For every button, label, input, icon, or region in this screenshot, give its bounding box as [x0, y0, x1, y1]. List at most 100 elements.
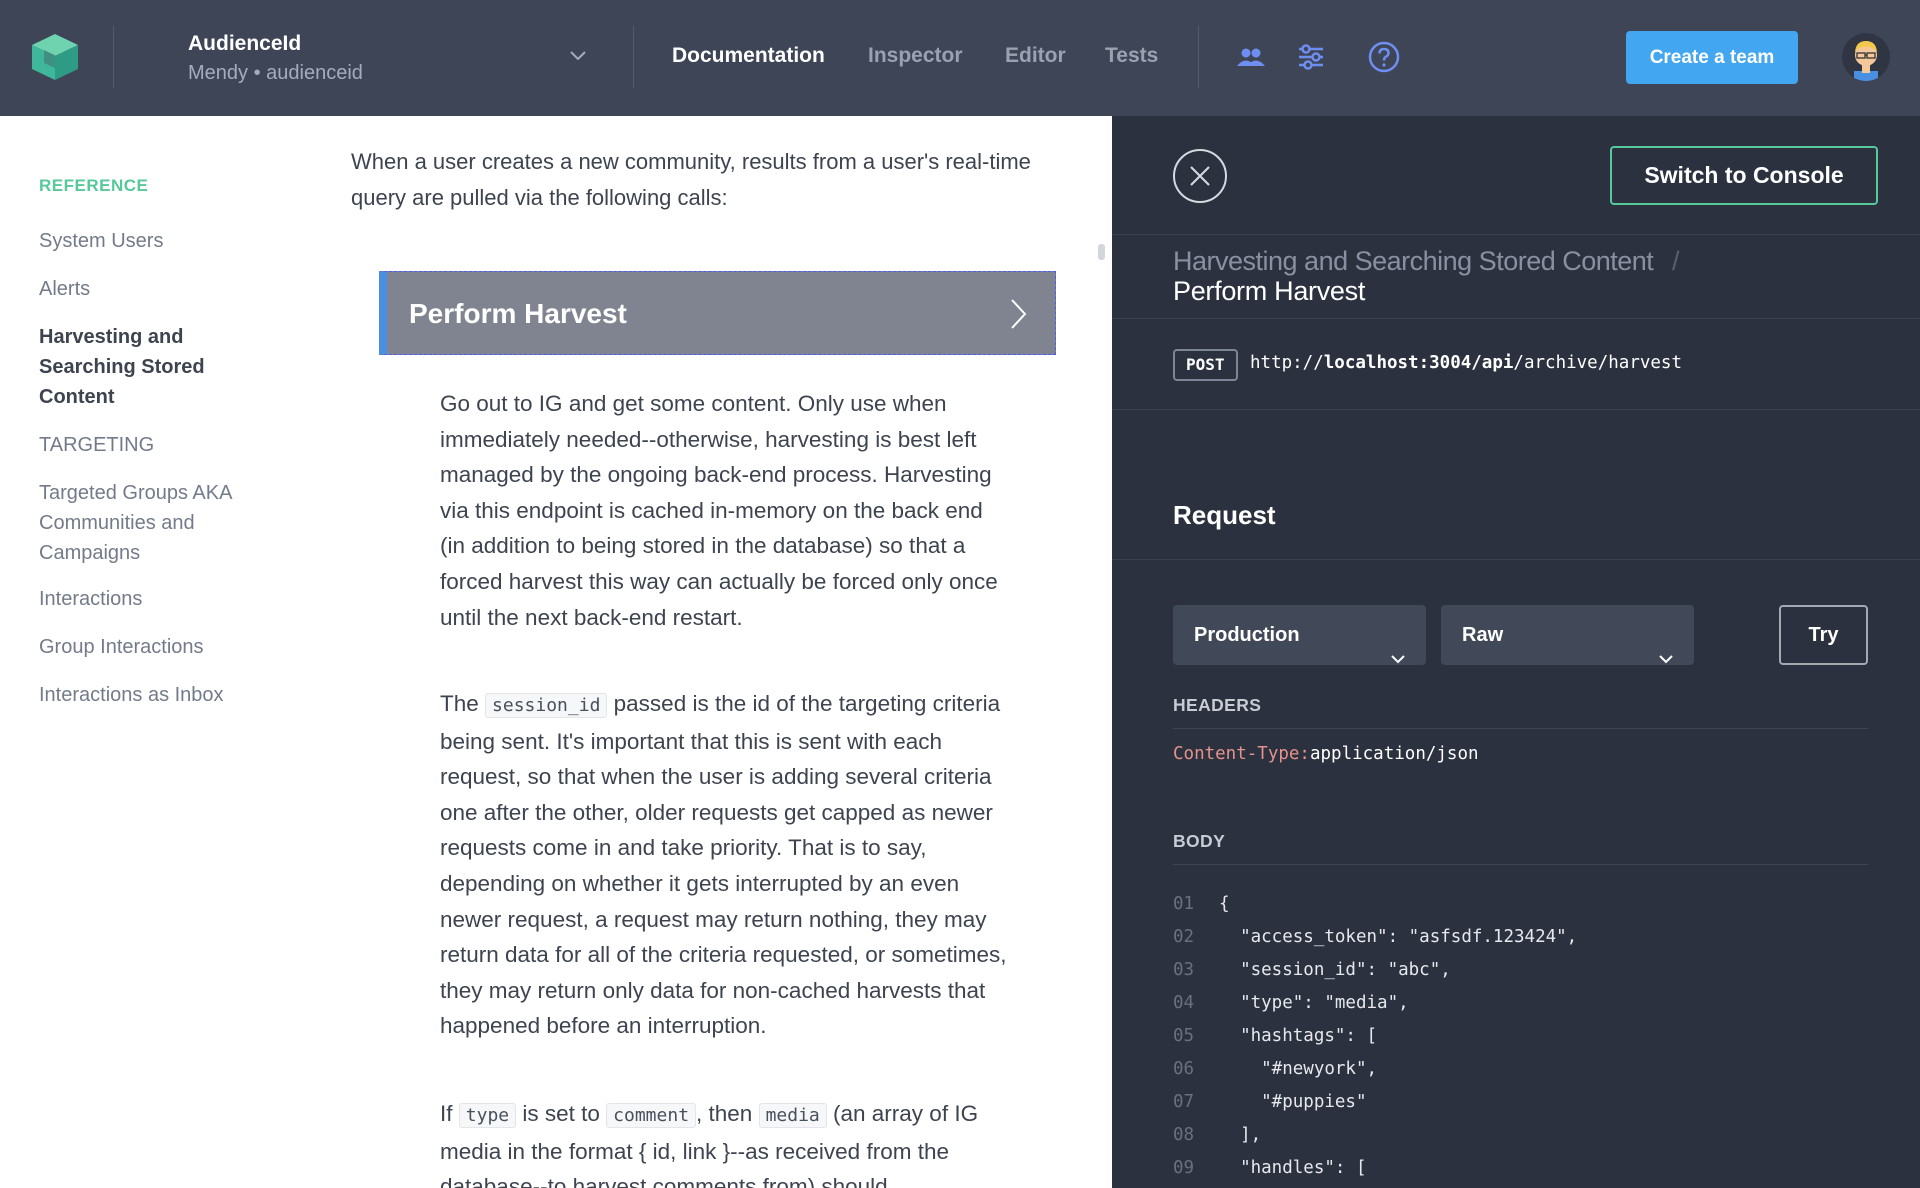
sidebar-item-interactions[interactable]: Interactions [39, 584, 279, 614]
divider [633, 26, 634, 88]
paragraph-type: If type is set to comment, then media (a… [440, 1096, 1010, 1188]
chevron-down-icon [1658, 629, 1674, 664]
http-method-badge: POST [1173, 349, 1238, 381]
code-line: 03 "session_id": "abc", [1173, 960, 1451, 993]
header-key: Content-Type: [1173, 744, 1310, 764]
sidebar-item-alerts[interactable]: Alerts [39, 274, 279, 304]
format-select-value: Raw [1462, 624, 1504, 646]
line-number: 03 [1173, 960, 1195, 980]
chevron-down-icon[interactable] [568, 48, 588, 62]
nav-inspector[interactable]: Inspector [868, 44, 963, 68]
avatar[interactable] [1842, 33, 1890, 81]
help-icon[interactable] [1367, 40, 1401, 74]
sidebar-item-system-users[interactable]: System Users [39, 226, 279, 256]
line-content: "hashtags": [ [1219, 1026, 1378, 1046]
text: If [440, 1101, 459, 1126]
breadcrumb-separator: / [1672, 246, 1680, 276]
breadcrumb-current: Perform Harvest [1173, 276, 1366, 306]
line-number: 09 [1173, 1158, 1195, 1178]
sidebar: REFERENCE System Users Alerts Harvesting… [0, 116, 300, 1188]
text: passed is the id of the targeting criter… [440, 691, 1007, 1039]
switch-to-console-button[interactable]: Switch to Console [1610, 146, 1878, 205]
try-button[interactable]: Try [1779, 605, 1868, 665]
sliders-icon[interactable] [1294, 40, 1328, 74]
divider [1173, 728, 1868, 729]
divider [1112, 409, 1920, 410]
format-select[interactable]: Raw [1441, 605, 1694, 665]
endpoint-title: Perform Harvest [409, 298, 627, 329]
sidebar-item-interactions-inbox[interactable]: Interactions as Inbox [39, 680, 279, 710]
line-number: 05 [1173, 1026, 1195, 1046]
text: , then [696, 1101, 759, 1126]
header-row: Content-Type:application/json [1173, 744, 1479, 764]
nav-tests[interactable]: Tests [1105, 44, 1158, 68]
nav-documentation[interactable]: Documentation [672, 44, 825, 68]
line-number: 01 [1173, 894, 1195, 914]
request-title: Request [1173, 500, 1276, 530]
code-line: 06 "#newyork", [1173, 1059, 1377, 1092]
url-host: localhost:3004/api [1323, 353, 1514, 373]
top-bar: AudienceId Mendy • audienceid Documentat… [0, 0, 1920, 116]
code-line: 09 "handles": [ [1173, 1158, 1367, 1188]
intro-text: When a user creates a new community, res… [351, 149, 1031, 210]
line-number: 08 [1173, 1125, 1195, 1145]
inline-code: media [758, 1103, 827, 1128]
scrollbar-thumb[interactable] [1098, 244, 1105, 260]
text: The [440, 691, 486, 716]
documentation-content: When a user creates a new community, res… [300, 116, 1112, 1188]
sidebar-item-group-interactions[interactable]: Group Interactions [39, 632, 279, 662]
paragraph-session-id: The session_id passed is the id of the t… [440, 686, 1010, 1044]
line-content: { [1219, 894, 1230, 914]
endpoint-card-perform-harvest[interactable]: Perform Harvest [379, 271, 1056, 355]
divider [1173, 864, 1868, 865]
line-content: "type": "media", [1219, 993, 1409, 1013]
divider [113, 26, 114, 88]
inline-code: type [458, 1103, 517, 1128]
create-team-button[interactable]: Create a team [1626, 31, 1798, 84]
chevron-down-icon [1390, 629, 1406, 664]
environment-select[interactable]: Production [1173, 605, 1426, 665]
line-content: "#puppies" [1219, 1092, 1367, 1112]
line-content: "#newyork", [1219, 1059, 1378, 1079]
sidebar-item-harvesting[interactable]: Harvesting and Searching Stored Content [39, 322, 239, 412]
nav-editor[interactable]: Editor [1005, 44, 1066, 68]
line-number: 04 [1173, 993, 1195, 1013]
chevron-right-icon [1009, 298, 1027, 330]
code-line: 02 "access_token": "asfsdf.123424", [1173, 927, 1577, 960]
project-name[interactable]: AudienceId [188, 32, 301, 56]
url-prefix: http:// [1250, 353, 1324, 373]
sidebar-item-targeted-groups[interactable]: Targeted Groups AKA Communities and Camp… [39, 478, 269, 568]
code-line: 07 "#puppies" [1173, 1092, 1367, 1125]
endpoint-url: http://localhost:3004/api/archive/harves… [1250, 353, 1682, 373]
users-icon[interactable] [1234, 40, 1268, 74]
line-number: 07 [1173, 1092, 1195, 1112]
divider [1198, 26, 1199, 88]
code-line: 08 ], [1173, 1125, 1261, 1158]
body-label: BODY [1173, 831, 1226, 851]
code-line: 04 "type": "media", [1173, 993, 1409, 1026]
line-content: "session_id": "abc", [1219, 960, 1451, 980]
sidebar-item-targeting[interactable]: TARGETING [39, 430, 279, 460]
divider [1112, 318, 1920, 319]
line-content: "access_token": "asfsdf.123424", [1219, 927, 1578, 947]
inline-code: session_id [485, 693, 608, 718]
environment-select-value: Production [1194, 624, 1300, 646]
line-content: ], [1219, 1125, 1262, 1145]
paragraph-description: Go out to IG and get some content. Only … [440, 391, 998, 630]
code-line: 05 "hashtags": [ [1173, 1026, 1377, 1059]
inline-code: comment [606, 1103, 697, 1128]
api-console-panel: Switch to Console Harvesting and Searchi… [1112, 116, 1920, 1188]
project-subtitle: Mendy • audienceid [188, 62, 363, 84]
close-icon [1190, 166, 1210, 186]
url-path: /archive/harvest [1513, 353, 1682, 373]
line-number: 02 [1173, 927, 1195, 947]
headers-label: HEADERS [1173, 695, 1262, 715]
breadcrumb-parent[interactable]: Harvesting and Searching Stored Content [1173, 246, 1654, 277]
divider [1112, 559, 1920, 560]
code-line: 01 { [1173, 894, 1230, 927]
divider [1112, 234, 1920, 235]
line-content: "handles": [ [1219, 1158, 1367, 1178]
line-number: 06 [1173, 1059, 1195, 1079]
cube-logo-icon[interactable] [26, 28, 84, 86]
close-button[interactable] [1173, 149, 1227, 203]
